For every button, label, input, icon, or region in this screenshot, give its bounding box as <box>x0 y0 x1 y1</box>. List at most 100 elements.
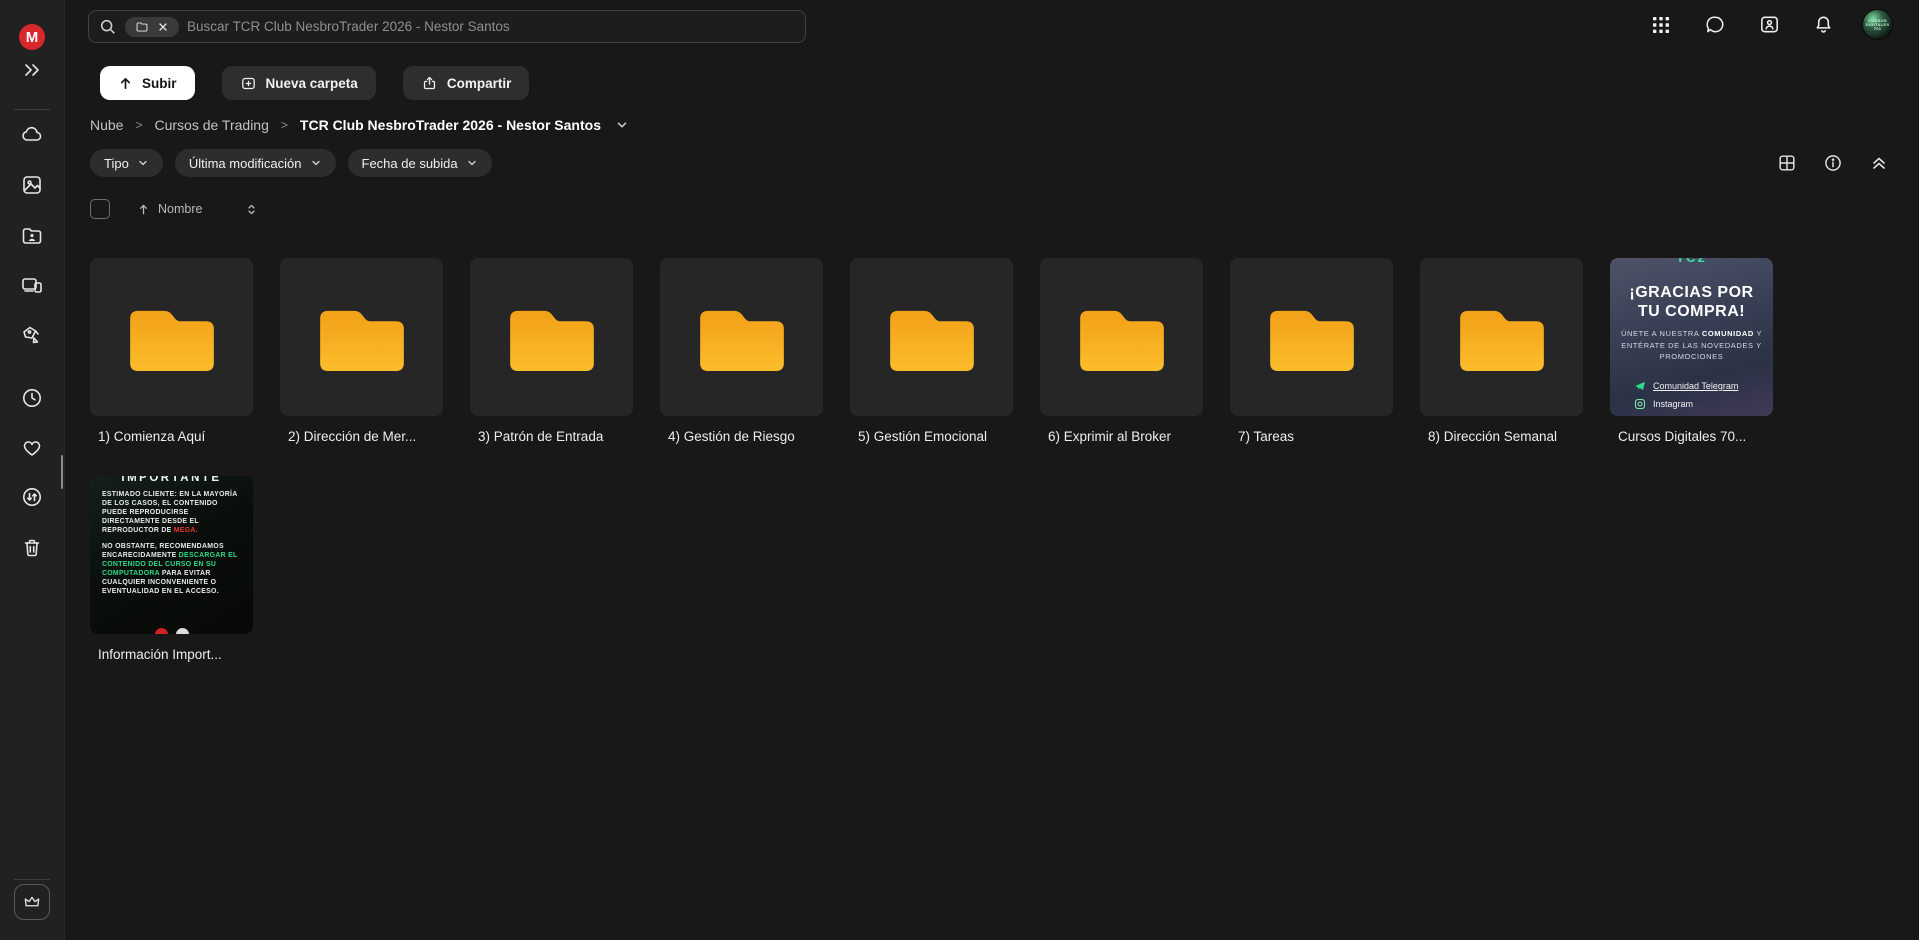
breadcrumb-parent[interactable]: Cursos de Trading <box>154 117 268 133</box>
folder-item[interactable]: 6) Exprimir al Broker <box>1040 258 1203 444</box>
instagram-icon <box>1634 398 1646 410</box>
folder-name: 2) Dirección de Mer... <box>280 429 443 444</box>
sidebar-item-cloud-drive[interactable] <box>14 117 50 153</box>
image-item-cursos-digitales[interactable]: TC2 ¡GRACIAS POR TU COMPRA! ÚNETE A NUES… <box>1610 258 1773 444</box>
folder-name: 4) Gestión de Riesgo <box>660 429 823 444</box>
apps-menu-button[interactable] <box>1646 10 1676 40</box>
thumbnail-paragraph-2: NO OBSTANTE, RECOMENDAMOS ENCARECIDAMENT… <box>102 543 241 597</box>
tag-pencil-icon <box>20 323 44 347</box>
thumbnail-title: ¡GRACIAS POR TU COMPRA! <box>1620 283 1763 321</box>
contacts-button[interactable] <box>1754 10 1784 40</box>
folder-item[interactable]: 7) Tareas <box>1230 258 1393 444</box>
folder-item[interactable]: 2) Dirección de Mer... <box>280 258 443 444</box>
instagram-link: Instagram <box>1634 398 1763 410</box>
thumbnail-heading: IMPORTANTE <box>102 476 241 484</box>
folder-icon <box>889 303 975 371</box>
sort-by-name[interactable]: Nombre <box>137 202 202 216</box>
sidebar-item-favourites[interactable] <box>14 430 50 466</box>
select-all-checkbox[interactable] <box>90 199 110 219</box>
folder-icon <box>135 20 149 34</box>
double-chevron-right-icon <box>22 60 42 80</box>
folder-tile[interactable] <box>1230 258 1393 416</box>
red-circle-icon <box>155 628 168 634</box>
chat-icon <box>1704 13 1727 36</box>
folder-plus-icon <box>240 75 257 92</box>
sidebar-item-devices[interactable] <box>14 267 50 303</box>
folder-icon <box>1459 303 1545 371</box>
image-item-informacion-importante[interactable]: IMPORTANTE ESTIMADO CLIENTE: EN LA MAYOR… <box>90 476 253 662</box>
upgrade-pro-button[interactable] <box>14 884 50 920</box>
breadcrumb-root[interactable]: Nube <box>90 117 123 133</box>
heart-icon <box>20 436 44 460</box>
trash-icon <box>20 536 44 560</box>
folder-tile[interactable] <box>850 258 1013 416</box>
grid-view-icon <box>1777 153 1797 173</box>
folder-tile[interactable] <box>1420 258 1583 416</box>
sidebar: M <box>0 0 65 940</box>
file-name: Cursos Digitales 70... <box>1610 429 1773 444</box>
sidebar-scrollbar[interactable] <box>61 455 63 489</box>
thumbnail-clipped-icons <box>155 628 189 634</box>
grid-view-button[interactable] <box>1773 149 1801 177</box>
filter-last-modified[interactable]: Última modificación <box>175 149 336 177</box>
info-panel-button[interactable] <box>1819 149 1847 177</box>
bell-icon <box>1812 13 1835 36</box>
collapse-header-button[interactable] <box>1865 149 1893 177</box>
folder-icon <box>509 303 595 371</box>
folder-tile[interactable] <box>90 258 253 416</box>
folder-icon <box>319 303 405 371</box>
image-thumbnail[interactable]: IMPORTANTE ESTIMADO CLIENTE: EN LA MAYOR… <box>90 476 253 634</box>
new-folder-button[interactable]: Nueva carpeta <box>222 66 376 100</box>
search-scope-chip[interactable] <box>125 17 179 37</box>
sidebar-item-rubbish-bin[interactable] <box>14 530 50 566</box>
sidebar-item-shared[interactable] <box>14 218 50 254</box>
folder-name: 7) Tareas <box>1230 429 1393 444</box>
search-input[interactable] <box>187 19 795 34</box>
sort-chevrons-icon <box>245 203 258 216</box>
sort-direction-toggle[interactable] <box>245 203 258 216</box>
folder-tile[interactable] <box>470 258 633 416</box>
file-grid: 1) Comienza Aquí 2) Dirección de Mer... … <box>90 258 1773 662</box>
view-controls <box>1773 149 1893 177</box>
filter-type[interactable]: Tipo <box>90 149 163 177</box>
image-icon <box>20 173 44 197</box>
folder-item[interactable]: 1) Comienza Aquí <box>90 258 253 444</box>
mega-logo[interactable]: M <box>14 19 50 55</box>
breadcrumb-current[interactable]: TCR Club NesbroTrader 2026 - Nestor Sant… <box>300 117 601 133</box>
sidebar-item-transfers[interactable] <box>14 479 50 515</box>
share-icon <box>421 75 438 92</box>
folder-name: 3) Patrón de Entrada <box>470 429 633 444</box>
chat-button[interactable] <box>1700 10 1730 40</box>
expand-sidebar-button[interactable] <box>14 52 50 88</box>
sidebar-bottom-divider <box>14 879 50 880</box>
search-bar[interactable] <box>88 10 806 43</box>
telegram-icon <box>1634 380 1646 392</box>
folder-tile[interactable] <box>660 258 823 416</box>
sidebar-item-recents[interactable] <box>14 380 50 416</box>
devices-icon <box>20 273 44 297</box>
folder-item[interactable]: 4) Gestión de Riesgo <box>660 258 823 444</box>
cloud-icon <box>20 123 44 147</box>
shared-folder-icon <box>20 224 44 248</box>
breadcrumb-separator: > <box>281 118 288 132</box>
folder-tile[interactable] <box>280 258 443 416</box>
clear-scope-icon[interactable] <box>157 21 169 33</box>
image-thumbnail[interactable]: TC2 ¡GRACIAS POR TU COMPRA! ÚNETE A NUES… <box>1610 258 1773 416</box>
upload-arrow-icon <box>118 76 133 91</box>
list-header: Nombre <box>90 196 258 222</box>
folder-item[interactable]: 8) Dirección Semanal <box>1420 258 1583 444</box>
folder-item[interactable]: 3) Patrón de Entrada <box>470 258 633 444</box>
share-button[interactable]: Compartir <box>403 66 530 100</box>
filter-upload-date[interactable]: Fecha de subida <box>348 149 492 177</box>
sidebar-item-tags[interactable] <box>14 317 50 353</box>
avatar-text: 701 <box>1874 27 1882 31</box>
crown-icon <box>22 892 42 912</box>
breadcrumb-menu-button[interactable] <box>615 118 629 132</box>
account-avatar[interactable]: CURSOS DIGITALES 701 <box>1862 9 1893 40</box>
folder-tile[interactable] <box>1040 258 1203 416</box>
folder-item[interactable]: 5) Gestión Emocional <box>850 258 1013 444</box>
telegram-link: Comunidad Telegram <box>1634 380 1763 392</box>
upload-button[interactable]: Subir <box>100 66 195 100</box>
notifications-button[interactable] <box>1808 10 1838 40</box>
sidebar-item-photos[interactable] <box>14 167 50 203</box>
